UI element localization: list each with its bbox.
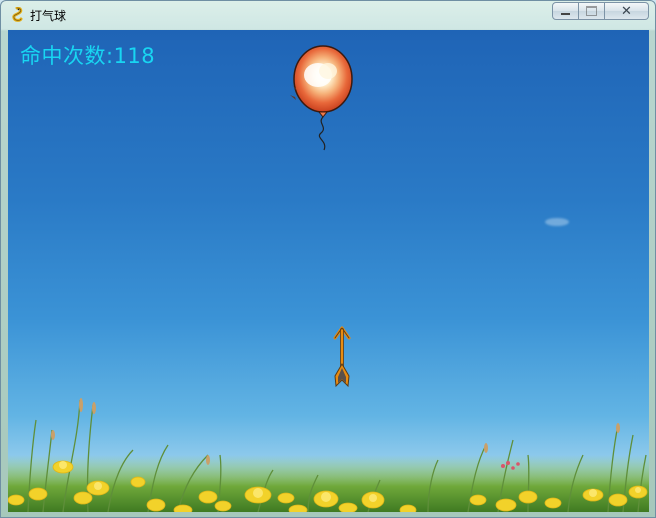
pygame-snake-icon <box>12 7 23 22</box>
game-window: 打气球 ✕ 命中次数:118 <box>0 0 656 518</box>
minimize-icon <box>561 13 570 15</box>
balloon-exploding <box>290 45 353 151</box>
hit-count-label: 命中次数:118 <box>20 44 156 68</box>
maximize-button[interactable] <box>579 2 605 20</box>
minimize-button[interactable] <box>552 2 579 20</box>
caption-buttons: ✕ <box>552 2 649 21</box>
cloud <box>545 218 569 226</box>
maximize-icon <box>586 6 597 16</box>
dandelion-meadow <box>8 398 649 512</box>
window-title: 打气球 <box>30 9 67 23</box>
game-canvas[interactable]: 命中次数:118 <box>8 30 649 512</box>
close-button[interactable]: ✕ <box>605 2 649 20</box>
close-icon: ✕ <box>621 3 632 19</box>
title-bar[interactable]: 打气球 ✕ <box>1 1 655 29</box>
